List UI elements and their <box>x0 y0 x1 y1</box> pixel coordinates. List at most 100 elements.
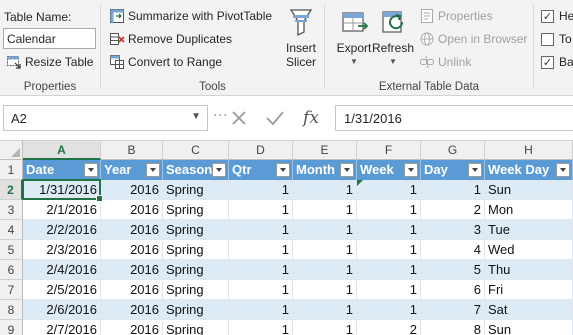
table-cell[interactable]: 1 <box>357 260 421 280</box>
table-cell[interactable]: 2016 <box>101 220 163 240</box>
summarize-pivottable-button[interactable]: Summarize with PivotTable <box>109 6 272 26</box>
table-header-date[interactable]: Date <box>23 160 101 180</box>
table-cell[interactable]: 1 <box>357 300 421 320</box>
enter-check-icon[interactable] <box>262 105 288 131</box>
table-cell[interactable]: Tue <box>485 220 573 240</box>
properties-button[interactable]: Properties <box>419 6 493 26</box>
table-cell[interactable]: 1 <box>357 180 421 200</box>
worksheet-grid[interactable]: A B C D E F G H 1 2 3 4 5 6 7 8 9 Date Year Season Qtr Month W… <box>0 141 573 335</box>
refresh-button[interactable]: Refresh ▼ <box>371 6 415 69</box>
table-cell[interactable]: Spring <box>163 280 229 300</box>
table-cell[interactable]: 1 <box>357 280 421 300</box>
row-header-5[interactable]: 5 <box>0 240 23 260</box>
table-cell[interactable]: Spring <box>163 180 229 200</box>
table-cell[interactable]: 1/31/2016 <box>23 180 101 200</box>
table-cell[interactable]: 1 <box>229 180 293 200</box>
table-cell[interactable]: Spring <box>163 260 229 280</box>
insert-function-icon[interactable]: fx <box>298 105 324 131</box>
column-header-g[interactable]: G <box>421 141 485 160</box>
row-header-8[interactable]: 8 <box>0 300 23 320</box>
table-cell[interactable]: 1 <box>229 300 293 320</box>
table-cell[interactable]: Wed <box>485 240 573 260</box>
table-cell[interactable]: 1 <box>293 280 357 300</box>
table-cell[interactable]: 1 <box>293 220 357 240</box>
filter-dropdown-icon[interactable] <box>468 163 482 177</box>
table-cell[interactable]: 2016 <box>101 180 163 200</box>
table-cell[interactable]: 1 <box>229 260 293 280</box>
table-header-year[interactable]: Year <box>101 160 163 180</box>
filter-dropdown-icon[interactable] <box>404 163 418 177</box>
table-cell[interactable]: 8 <box>421 320 485 335</box>
select-all-corner[interactable] <box>0 141 23 160</box>
table-header-day[interactable]: Day <box>421 160 485 180</box>
table-cell[interactable]: 2016 <box>101 280 163 300</box>
row-header-2[interactable]: 2 <box>0 180 23 200</box>
table-cell[interactable]: 1 <box>293 180 357 200</box>
table-header-qtr[interactable]: Qtr <box>229 160 293 180</box>
table-cell[interactable]: Spring <box>163 320 229 335</box>
filter-dropdown-icon[interactable] <box>340 163 354 177</box>
table-cell[interactable]: 1 <box>229 200 293 220</box>
table-name-input[interactable] <box>3 28 96 49</box>
table-cell[interactable]: 2/3/2016 <box>23 240 101 260</box>
table-cell[interactable]: 2/2/2016 <box>23 220 101 240</box>
table-cell[interactable]: 1 <box>293 260 357 280</box>
table-cell[interactable]: Sun <box>485 320 573 335</box>
name-box-dropdown-icon[interactable]: ▼ <box>191 111 201 122</box>
column-header-a[interactable]: A <box>23 141 101 160</box>
name-box[interactable]: A2 ▼ <box>3 105 208 131</box>
column-header-d[interactable]: D <box>229 141 293 160</box>
column-header-e[interactable]: E <box>293 141 357 160</box>
table-cell[interactable]: 2/5/2016 <box>23 280 101 300</box>
total-row-checkbox[interactable]: To <box>541 32 572 46</box>
row-header-7[interactable]: 7 <box>0 280 23 300</box>
table-cell[interactable]: 1 <box>293 200 357 220</box>
table-cell[interactable]: 2016 <box>101 200 163 220</box>
banded-rows-checkbox[interactable]: ✓ Ba <box>541 55 573 69</box>
filter-dropdown-icon[interactable] <box>276 163 290 177</box>
row-header-9[interactable]: 9 <box>0 320 23 335</box>
open-in-browser-button[interactable]: Open in Browser <box>419 29 527 49</box>
column-header-h[interactable]: H <box>485 141 573 160</box>
formula-input[interactable]: 1/31/2016 <box>335 105 573 131</box>
filter-dropdown-icon[interactable] <box>556 163 570 177</box>
table-header-season[interactable]: Season <box>163 160 229 180</box>
table-cell[interactable]: Spring <box>163 300 229 320</box>
table-cell[interactable]: Spring <box>163 240 229 260</box>
filter-dropdown-icon[interactable] <box>84 163 98 177</box>
table-header-week[interactable]: Week <box>357 160 421 180</box>
insert-slicer-button[interactable]: Insert Slicer <box>281 6 321 69</box>
table-cell[interactable]: 1 <box>229 220 293 240</box>
table-cell[interactable]: 2016 <box>101 300 163 320</box>
table-header-month[interactable]: Month <box>293 160 357 180</box>
row-header-4[interactable]: 4 <box>0 220 23 240</box>
remove-duplicates-button[interactable]: Remove Duplicates <box>109 29 232 49</box>
resize-table-button[interactable]: Resize Table <box>6 52 93 72</box>
column-header-b[interactable]: B <box>101 141 163 160</box>
table-cell[interactable]: 3 <box>421 220 485 240</box>
table-cell[interactable]: Spring <box>163 220 229 240</box>
table-cell[interactable]: 1 <box>293 320 357 335</box>
table-cell[interactable]: 2 <box>421 200 485 220</box>
table-cell[interactable]: Sun <box>485 180 573 200</box>
filter-dropdown-icon[interactable] <box>212 163 226 177</box>
table-cell[interactable]: 1 <box>421 180 485 200</box>
table-cell[interactable]: Spring <box>163 200 229 220</box>
cancel-x-icon[interactable] <box>226 105 252 131</box>
table-cell[interactable]: 2 <box>357 320 421 335</box>
table-cell[interactable]: 1 <box>357 240 421 260</box>
column-header-c[interactable]: C <box>163 141 229 160</box>
table-cell[interactable]: 2/1/2016 <box>23 200 101 220</box>
table-header-week-day[interactable]: Week Day <box>485 160 573 180</box>
convert-to-range-button[interactable]: Convert to Range <box>109 52 222 72</box>
unlink-button[interactable]: Unlink <box>419 52 471 72</box>
table-cell[interactable]: 5 <box>421 260 485 280</box>
table-cell[interactable]: 2/6/2016 <box>23 300 101 320</box>
table-cell[interactable]: 2016 <box>101 260 163 280</box>
filter-dropdown-icon[interactable] <box>146 163 160 177</box>
table-cell[interactable]: 6 <box>421 280 485 300</box>
row-header-1[interactable]: 1 <box>0 160 23 180</box>
table-cell[interactable]: 2016 <box>101 240 163 260</box>
table-cell[interactable]: 2/7/2016 <box>23 320 101 335</box>
table-cell[interactable]: 1 <box>357 200 421 220</box>
